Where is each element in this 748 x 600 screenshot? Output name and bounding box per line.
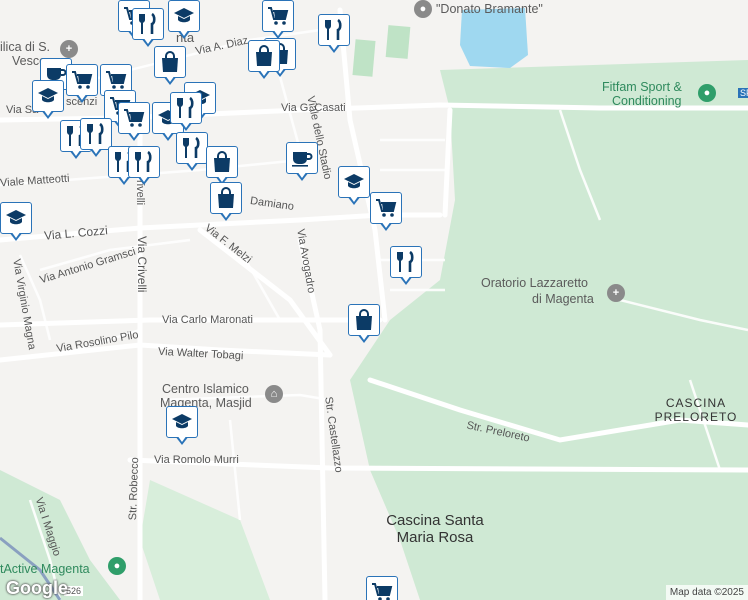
restaurant-icon [138, 13, 158, 35]
shopping-bag-icon [254, 45, 274, 67]
school-marker[interactable] [166, 406, 198, 446]
shopping-bag-icon [216, 187, 236, 209]
restaurant-marker[interactable] [390, 246, 422, 286]
cascina-santa-label-2: Maria Rosa [396, 529, 474, 546]
shopping-cart-icon [123, 108, 145, 128]
restaurant-icon [324, 19, 344, 41]
oratorio-label-2: di Magenta [532, 292, 594, 306]
oratorio-label-1: Oratorio Lazzaretto [481, 276, 588, 290]
basilica-label-1: ilica di S. [0, 40, 51, 54]
shopping-cart-marker[interactable] [66, 64, 98, 104]
church-icon[interactable]: + [607, 284, 625, 302]
google-logo: Google [6, 578, 68, 598]
coffee-icon [291, 149, 313, 167]
shopping-bag-marker[interactable] [154, 46, 186, 86]
active-magenta-label: tActive Magenta [0, 562, 90, 576]
park-icon[interactable]: ● [108, 557, 126, 575]
shopping-cart-icon [267, 6, 289, 26]
shopping-cart-marker[interactable] [262, 0, 294, 40]
school-icon [343, 173, 365, 191]
shopping-cart-marker[interactable] [370, 192, 402, 232]
shopping-cart-icon [71, 70, 93, 90]
restaurant-marker[interactable] [176, 132, 208, 172]
school-icon [5, 209, 27, 227]
map-canvas[interactable]: "Donato Bramante" ● Fitfam Sport & Condi… [0, 0, 748, 600]
mosque-icon[interactable]: ⌂ [265, 385, 283, 403]
road-label: Via Carlo Maronati [162, 314, 253, 326]
gym-icon[interactable]: ● [698, 84, 716, 102]
restaurant-marker[interactable] [128, 146, 160, 186]
shopping-bag-marker[interactable] [348, 304, 380, 344]
shopping-bag-icon [212, 151, 232, 173]
school-icon [37, 87, 59, 105]
shopping-cart-icon [375, 198, 397, 218]
road-label: Via Romolo Murri [154, 454, 239, 466]
coffee-marker[interactable] [286, 142, 318, 182]
shopping-bag-marker[interactable] [248, 40, 280, 80]
road-label: Via Crivelli [135, 236, 149, 293]
centro-islamico-label-1: Centro Islamico [162, 382, 249, 396]
school-marker[interactable] [338, 166, 370, 206]
shopping-bag-icon [160, 51, 180, 73]
school-icon [173, 7, 195, 25]
church-icon[interactable]: + [60, 40, 78, 58]
map-data-attribution[interactable]: Map data ©2025 [665, 585, 748, 600]
restaurant-icon [86, 123, 106, 145]
fitfam-label-1: Fitfam Sport & [602, 80, 682, 94]
restaurant-icon [176, 97, 196, 119]
school-marker[interactable] [168, 0, 200, 40]
school-icon [171, 413, 193, 431]
cascina-preloreto-label-2: PRELORETO [654, 410, 738, 424]
school-marker[interactable] [32, 80, 64, 120]
shopping-cart-icon [371, 582, 393, 600]
restaurant-marker[interactable] [318, 14, 350, 54]
cascina-preloreto-label-1: CASCINA [665, 396, 727, 410]
shopping-cart-marker[interactable] [118, 102, 150, 142]
shopping-cart-marker[interactable] [366, 576, 398, 600]
cascina-santa-label-1: Cascina Santa [386, 512, 484, 529]
restaurant-icon [182, 137, 202, 159]
shopping-cart-icon [105, 70, 127, 90]
shopping-bag-icon [354, 309, 374, 331]
restaurant-icon [396, 251, 416, 273]
road-shield: SP [738, 88, 748, 98]
donato-bramante-label: "Donato Bramante" [436, 2, 543, 16]
restaurant-marker[interactable] [170, 92, 202, 132]
restaurant-icon [134, 151, 154, 173]
school-marker[interactable] [0, 202, 32, 242]
landmark-icon: ● [414, 0, 432, 18]
shopping-bag-marker[interactable] [210, 182, 242, 222]
shopping-bag-marker[interactable] [206, 146, 238, 186]
road-label: Str. Robecco [127, 457, 142, 521]
restaurant-marker[interactable] [132, 8, 164, 48]
fitfam-label-2: Conditioning [612, 94, 682, 108]
